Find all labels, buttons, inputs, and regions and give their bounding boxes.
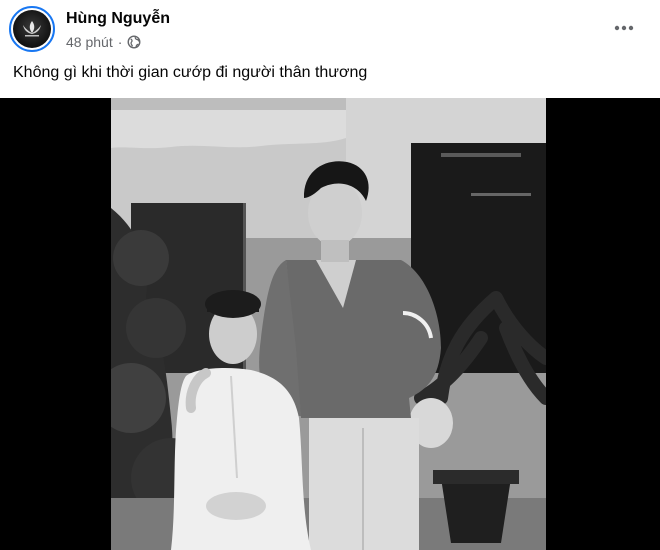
avatar[interactable] bbox=[9, 6, 55, 52]
author-name[interactable]: Hùng Nguyễn bbox=[66, 10, 170, 28]
post-header: Hùng Nguyễn 48 phút · bbox=[0, 0, 660, 60]
post-time[interactable]: 48 phút bbox=[66, 34, 113, 50]
more-options-button[interactable] bbox=[608, 14, 640, 42]
lotus-icon bbox=[23, 21, 41, 37]
avatar-image bbox=[13, 10, 51, 48]
post-photo[interactable] bbox=[111, 98, 546, 550]
meta-separator: · bbox=[117, 34, 123, 50]
globe-icon[interactable] bbox=[127, 35, 141, 49]
more-options-icon bbox=[614, 25, 634, 31]
post-caption: Không gì khi thời gian cướp đi người thâ… bbox=[13, 64, 368, 81]
photo-illustration bbox=[111, 98, 546, 550]
facebook-post: Hùng Nguyễn 48 phút · Không gì khi thời … bbox=[0, 0, 660, 550]
photo-frame[interactable] bbox=[0, 98, 660, 550]
post-meta: 48 phút · bbox=[66, 34, 141, 50]
